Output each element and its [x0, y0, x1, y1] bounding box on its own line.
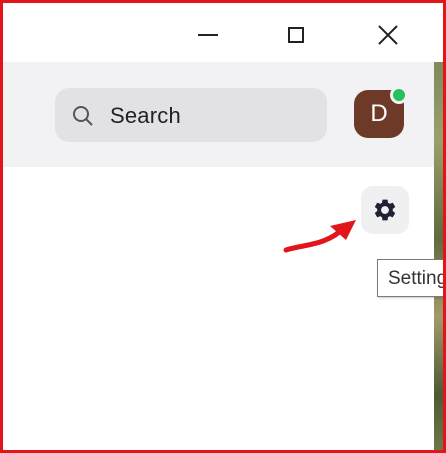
- minimize-button[interactable]: [185, 15, 231, 55]
- minimize-icon: [198, 34, 218, 36]
- tooltip-text: Settings: [388, 268, 445, 289]
- search-box[interactable]: Search: [55, 88, 327, 142]
- avatar-initial: D: [370, 100, 388, 127]
- header-bar: Search D: [3, 62, 434, 167]
- close-button[interactable]: [365, 15, 411, 55]
- presence-status-dot: [390, 86, 408, 104]
- settings-tooltip: Settings: [377, 259, 446, 297]
- search-icon: [73, 106, 93, 126]
- title-bar: [3, 3, 446, 62]
- maximize-button[interactable]: [273, 15, 319, 55]
- gear-icon: [374, 199, 396, 221]
- annotation-arrow: [283, 220, 356, 253]
- close-icon: [378, 25, 398, 45]
- search-label: Search: [110, 103, 181, 128]
- maximize-icon: [288, 27, 304, 43]
- desktop-background: [434, 62, 446, 453]
- settings-button[interactable]: [361, 186, 409, 234]
